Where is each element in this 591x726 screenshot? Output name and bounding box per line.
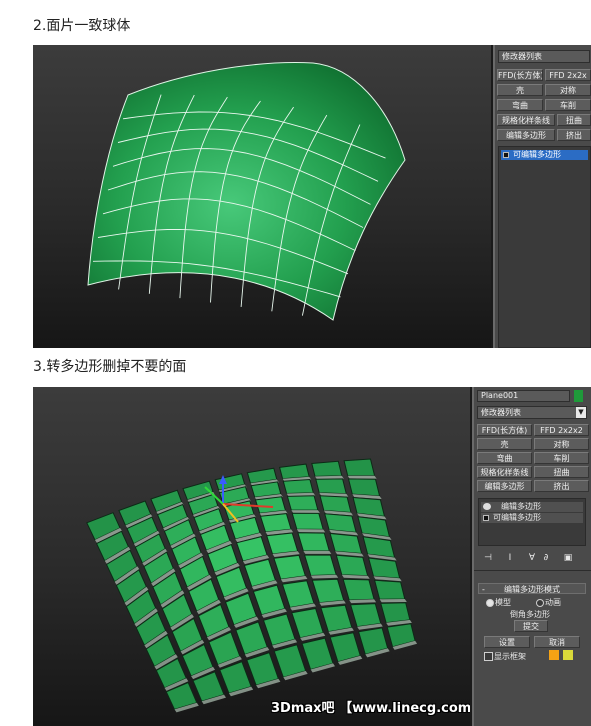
expand-icon bbox=[503, 152, 509, 158]
stack-item-label: 编辑多边形 bbox=[501, 502, 541, 511]
shell-button[interactable]: 壳 bbox=[497, 84, 543, 96]
modifier-list-dropdown[interactable]: 修改器列表 ▼ bbox=[477, 406, 587, 419]
ffd-box-button[interactable]: FFD(长方体) bbox=[497, 69, 543, 81]
edit-poly-button[interactable]: 编辑多边形 bbox=[477, 480, 532, 492]
show-cage-checkbox[interactable]: 显示框架 bbox=[484, 652, 526, 661]
shell-button[interactable]: 壳 bbox=[477, 438, 532, 450]
viewport-screenshot-polygons: 3Dmax吧 【www.linecg.com/tieba/1771】 Plane… bbox=[33, 387, 591, 726]
cage-color-swatch-1[interactable] bbox=[549, 650, 559, 660]
ffd-2x2-button[interactable]: FFD 2x2x bbox=[545, 69, 591, 81]
curved-patch-mesh bbox=[87, 62, 406, 321]
symmetry-button[interactable]: 对称 bbox=[545, 84, 591, 96]
twist-button[interactable]: 扭曲 bbox=[557, 114, 591, 126]
edit-poly-button[interactable]: 编辑多边形 bbox=[497, 129, 555, 141]
modify-panel: Plane001 修改器列表 ▼ FFD(长方体) FFD 2x2x2 壳 对称… bbox=[472, 387, 591, 726]
current-operation-label: 倒角多边形 bbox=[510, 610, 550, 619]
step-title-sphere: 2.面片一致球体 bbox=[33, 18, 131, 34]
commit-button[interactable]: 提交 bbox=[514, 620, 548, 632]
stack-item-editable-poly[interactable]: 可编辑多边形 bbox=[501, 150, 588, 160]
bend-button[interactable]: 弯曲 bbox=[477, 452, 532, 464]
cage-color-swatch-2[interactable] bbox=[563, 650, 573, 660]
extrude-button[interactable]: 挤出 bbox=[534, 480, 589, 492]
symmetry-button[interactable]: 对称 bbox=[534, 438, 589, 450]
extrude-button[interactable]: 挤出 bbox=[557, 129, 591, 141]
twist-button[interactable]: 扭曲 bbox=[534, 466, 589, 478]
stack-item-label: 可编辑多边形 bbox=[513, 150, 561, 159]
pin-stack-icon[interactable]: ⊣ bbox=[482, 552, 494, 564]
rollout-edit-poly-mode[interactable]: - 编辑多边形模式 bbox=[478, 583, 586, 594]
viewport-screenshot-sphere: 修改器列表 FFD(长方体) FFD 2x2x 壳 对称 弯曲 车削 规格化样条… bbox=[33, 45, 591, 348]
normalize-spline-button[interactable]: 规格化样条线 bbox=[497, 114, 555, 126]
cancel-button[interactable]: 取消 bbox=[534, 636, 580, 648]
watermark-text: 3Dmax吧 【www.linecg.com/tieba/1771】 bbox=[271, 701, 470, 716]
object-color-swatch[interactable] bbox=[574, 390, 583, 402]
stack-item-editable-poly[interactable]: 可编辑多边形 bbox=[481, 513, 583, 523]
modifier-stack: 可编辑多边形 bbox=[498, 146, 591, 348]
bend-button[interactable]: 弯曲 bbox=[497, 99, 543, 111]
modifier-list-label: 修改器列表 bbox=[481, 408, 521, 417]
make-unique-icon[interactable]: ∀ bbox=[526, 552, 538, 564]
eye-icon[interactable] bbox=[483, 503, 491, 510]
step-title-delete-faces: 3.转多边形删掉不要的面 bbox=[33, 359, 187, 375]
lathe-button[interactable]: 车削 bbox=[534, 452, 589, 464]
stack-item-label: 可编辑多边形 bbox=[493, 513, 541, 522]
3d-viewport[interactable] bbox=[33, 45, 491, 348]
stack-item-edit-poly[interactable]: 编辑多边形 bbox=[481, 502, 583, 512]
configure-sets-icon[interactable]: ▣ bbox=[562, 552, 574, 564]
settings-button[interactable]: 设置 bbox=[484, 636, 530, 648]
modify-panel: 修改器列表 FFD(长方体) FFD 2x2x 壳 对称 弯曲 车削 规格化样条… bbox=[493, 45, 591, 348]
mode-animate-radio[interactable]: 动画 bbox=[536, 598, 561, 607]
ffd-box-button[interactable]: FFD(长方体) bbox=[477, 424, 532, 436]
divider bbox=[474, 570, 591, 571]
rollout-title: 编辑多边形模式 bbox=[504, 585, 560, 594]
object-name-field[interactable]: Plane001 bbox=[477, 390, 570, 402]
ffd-2x2x2-button[interactable]: FFD 2x2x2 bbox=[534, 424, 589, 436]
modifier-list-dropdown[interactable]: 修改器列表 bbox=[498, 50, 590, 63]
mode-model-radio[interactable]: 模型 bbox=[486, 598, 511, 607]
collapse-icon: - bbox=[482, 585, 485, 594]
show-end-result-icon[interactable]: Ⅰ bbox=[504, 552, 516, 564]
dropdown-arrow-icon: ▼ bbox=[576, 407, 586, 418]
separated-faces-mesh bbox=[86, 458, 418, 713]
3d-viewport[interactable]: 3Dmax吧 【www.linecg.com/tieba/1771】 bbox=[33, 387, 470, 726]
remove-modifier-icon[interactable]: ∂ bbox=[540, 552, 552, 564]
modifier-stack: 编辑多边形 可编辑多边形 bbox=[478, 498, 586, 546]
normalize-spline-button[interactable]: 规格化样条线 bbox=[477, 466, 532, 478]
lathe-button[interactable]: 车削 bbox=[545, 99, 591, 111]
expand-icon bbox=[483, 515, 489, 521]
